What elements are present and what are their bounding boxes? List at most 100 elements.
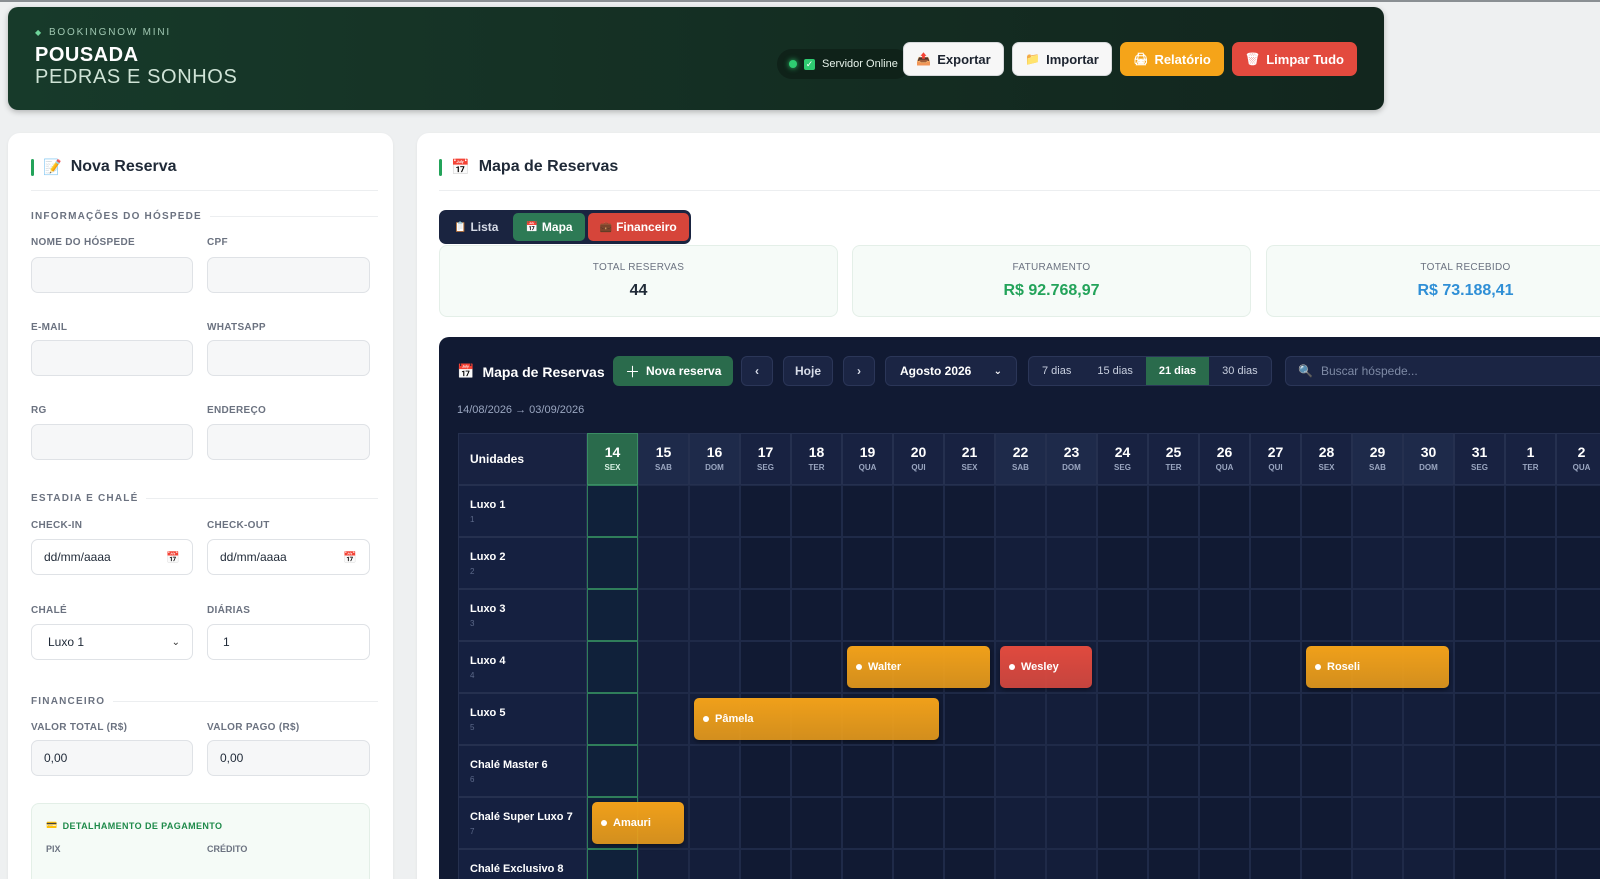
grid-cell[interactable] [1454, 485, 1505, 537]
grid-cell[interactable] [1352, 849, 1403, 879]
grid-cell[interactable] [638, 693, 689, 745]
grid-cell[interactable] [587, 745, 638, 797]
grid-cell[interactable] [689, 537, 740, 589]
address-input[interactable] [207, 424, 370, 460]
grid-cell[interactable] [740, 485, 791, 537]
guest-name-input[interactable] [31, 257, 193, 293]
grid-cell[interactable] [1097, 849, 1148, 879]
grid-cell[interactable] [1250, 745, 1301, 797]
grid-cell[interactable] [1556, 745, 1600, 797]
grid-cell[interactable] [791, 485, 842, 537]
guest-search-input[interactable]: 🔍 Buscar hóspede... [1285, 356, 1600, 386]
grid-cell[interactable] [1454, 589, 1505, 641]
grid-cell[interactable] [1505, 537, 1556, 589]
tab-map[interactable]: 📅 Mapa [513, 213, 585, 241]
tab-finance[interactable]: 💼 Financeiro [587, 213, 689, 241]
grid-cell[interactable] [1352, 537, 1403, 589]
grid-cell[interactable] [638, 745, 689, 797]
grid-cell[interactable] [1097, 485, 1148, 537]
grid-cell[interactable] [1046, 797, 1097, 849]
grid-cell[interactable] [1097, 641, 1148, 693]
grid-cell[interactable] [995, 849, 1046, 879]
grid-cell[interactable] [1454, 641, 1505, 693]
calendar-icon[interactable]: 📅 [343, 551, 357, 564]
grid-cell[interactable] [1250, 589, 1301, 641]
grid-cell[interactable] [1199, 485, 1250, 537]
grid-cell[interactable] [791, 641, 842, 693]
grid-cell[interactable] [740, 797, 791, 849]
grid-cell[interactable] [944, 797, 995, 849]
grid-cell[interactable] [1505, 641, 1556, 693]
grid-cell[interactable] [1199, 797, 1250, 849]
reservation-block[interactable]: Wesley [1000, 646, 1092, 688]
grid-cell[interactable] [893, 797, 944, 849]
grid-cell[interactable] [1199, 849, 1250, 879]
grid-cell[interactable] [1505, 745, 1556, 797]
paid-value-input[interactable]: 0,00 [207, 740, 370, 776]
grid-cell[interactable] [1556, 485, 1600, 537]
grid-cell[interactable] [1403, 485, 1454, 537]
grid-cell[interactable] [1505, 693, 1556, 745]
grid-cell[interactable] [1454, 537, 1505, 589]
grid-cell[interactable] [1403, 745, 1454, 797]
grid-cell[interactable] [587, 485, 638, 537]
grid-cell[interactable] [587, 537, 638, 589]
nights-input[interactable]: 1 [207, 624, 370, 660]
prev-period-button[interactable]: ‹ [741, 356, 773, 386]
grid-cell[interactable] [1148, 485, 1199, 537]
grid-cell[interactable] [689, 589, 740, 641]
grid-cell[interactable] [1301, 693, 1352, 745]
month-select[interactable]: Agosto 2026 ⌄ [885, 356, 1017, 386]
grid-cell[interactable] [638, 641, 689, 693]
grid-cell[interactable] [1403, 589, 1454, 641]
grid-cell[interactable] [1301, 797, 1352, 849]
grid-cell[interactable] [638, 589, 689, 641]
grid-cell[interactable] [1250, 537, 1301, 589]
grid-cell[interactable] [1556, 797, 1600, 849]
grid-cell[interactable] [1505, 589, 1556, 641]
import-button[interactable]: 📁 Importar [1012, 42, 1112, 76]
grid-cell[interactable] [944, 693, 995, 745]
grid-cell[interactable] [842, 485, 893, 537]
grid-cell[interactable] [842, 745, 893, 797]
checkout-date-input[interactable]: dd/mm/aaaa 📅 [207, 539, 370, 575]
grid-cell[interactable] [1454, 849, 1505, 879]
export-button[interactable]: 📤 Exportar [903, 42, 1004, 76]
grid-cell[interactable] [689, 849, 740, 879]
grid-cell[interactable] [1046, 693, 1097, 745]
grid-cell[interactable] [1352, 693, 1403, 745]
report-button[interactable]: 🖨 Relatório [1120, 42, 1224, 76]
grid-cell[interactable] [1148, 693, 1199, 745]
tab-list[interactable]: 📋 Lista [442, 213, 510, 241]
grid-cell[interactable] [1556, 693, 1600, 745]
grid-cell[interactable] [1352, 485, 1403, 537]
grid-cell[interactable] [842, 849, 893, 879]
grid-cell[interactable] [893, 589, 944, 641]
grid-cell[interactable] [1097, 797, 1148, 849]
grid-cell[interactable] [1301, 485, 1352, 537]
grid-cell[interactable] [791, 537, 842, 589]
reservation-block[interactable]: Pâmela [694, 698, 939, 740]
grid-cell[interactable] [1403, 849, 1454, 879]
grid-cell[interactable] [1148, 797, 1199, 849]
calendar-icon[interactable]: 📅 [166, 551, 180, 564]
grid-cell[interactable] [995, 589, 1046, 641]
grid-cell[interactable] [1046, 589, 1097, 641]
grid-cell[interactable] [638, 485, 689, 537]
grid-cell[interactable] [1352, 589, 1403, 641]
grid-cell[interactable] [791, 589, 842, 641]
grid-cell[interactable] [1199, 537, 1250, 589]
reservation-block[interactable]: Roseli [1306, 646, 1449, 688]
grid-cell[interactable] [995, 485, 1046, 537]
grid-cell[interactable] [1250, 849, 1301, 879]
grid-cell[interactable] [587, 693, 638, 745]
grid-cell[interactable] [1250, 485, 1301, 537]
grid-cell[interactable] [893, 485, 944, 537]
grid-cell[interactable] [1148, 641, 1199, 693]
grid-cell[interactable] [995, 797, 1046, 849]
grid-cell[interactable] [689, 745, 740, 797]
grid-cell[interactable] [893, 745, 944, 797]
chalet-select[interactable]: Luxo 1 ⌄ [31, 624, 193, 660]
grid-cell[interactable] [689, 641, 740, 693]
rg-input[interactable] [31, 424, 193, 460]
